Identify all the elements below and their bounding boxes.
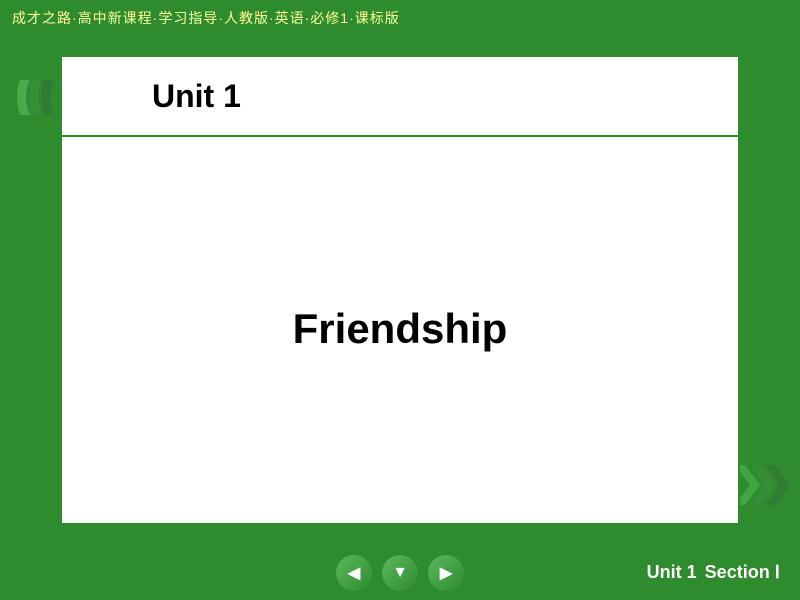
content-area: Friendship bbox=[62, 137, 738, 521]
left-decorative-chevrons bbox=[12, 70, 67, 130]
left-arrow-icon: ◀ bbox=[348, 563, 360, 583]
right-arrow-icon: ▶ bbox=[440, 563, 452, 583]
main-content-box: Unit 1 Friendship bbox=[60, 55, 740, 525]
topic-title: Friendship bbox=[293, 305, 508, 353]
bottom-unit-label: Unit 1 bbox=[647, 562, 697, 583]
header-title: 成才之路·高中新课程·学习指导·人教版·英语·必修1·课标版 bbox=[12, 8, 400, 28]
header-bar: 成才之路·高中新课程·学习指导·人教版·英语·必修1·课标版 bbox=[0, 0, 800, 36]
unit-header: Unit 1 bbox=[62, 57, 738, 137]
down-arrow-icon: ▼ bbox=[392, 564, 408, 582]
prev-button[interactable]: ◀ bbox=[336, 555, 372, 591]
home-button[interactable]: ▼ bbox=[382, 555, 418, 591]
bottom-info: Unit 1 Section Ⅰ bbox=[647, 562, 780, 583]
next-button[interactable]: ▶ bbox=[428, 555, 464, 591]
nav-buttons: ◀ ▼ ▶ bbox=[336, 555, 464, 591]
bottom-bar: ◀ ▼ ▶ Unit 1 Section Ⅰ bbox=[0, 545, 800, 600]
bottom-section-label: Section Ⅰ bbox=[705, 562, 780, 583]
unit-title: Unit 1 bbox=[152, 78, 241, 115]
